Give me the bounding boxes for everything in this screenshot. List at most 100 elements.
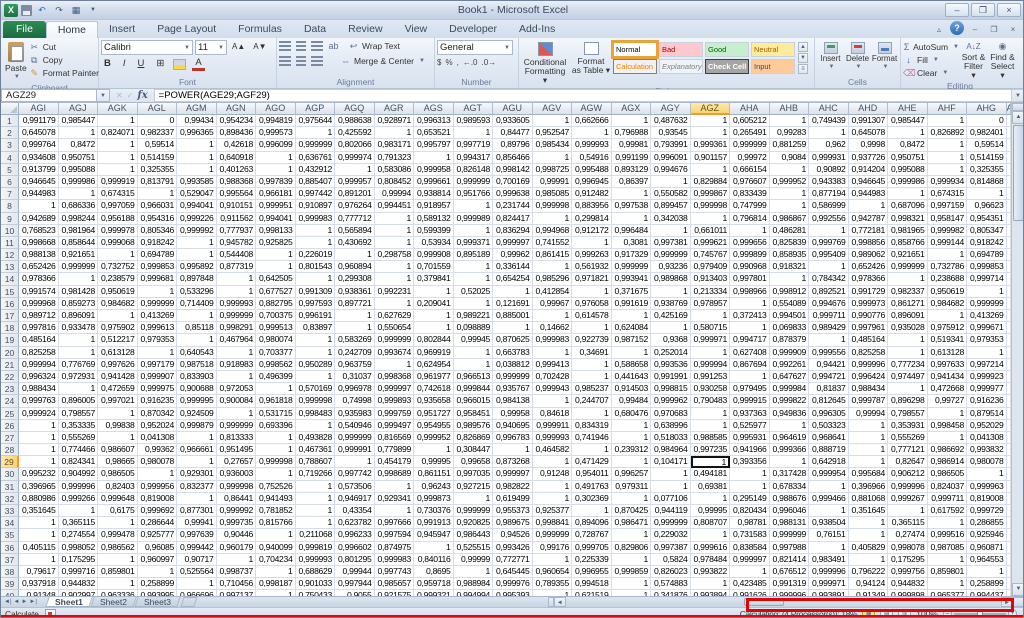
cell[interactable]: 0,992556 [809,213,849,225]
cell[interactable]: 0,229032 [651,529,691,541]
cell[interactable]: 1 [612,493,652,505]
cell[interactable]: 0,244707 [572,395,612,407]
borders-button[interactable]: ⊞ [153,57,167,71]
cell[interactable]: 0,999371 [454,237,494,249]
cell[interactable]: 0,994717 [730,334,770,346]
italic-button[interactable]: I [120,57,129,71]
cell[interactable]: 0,990968 [730,261,770,273]
column-header-AGR[interactable]: AGR [375,103,415,115]
cell[interactable]: 0,86397 [612,176,652,188]
cell[interactable]: 0,997742 [335,468,375,480]
cell[interactable]: 0,999999 [375,334,415,346]
cell[interactable]: 0,997633 [928,359,968,371]
cell[interactable]: 0,999993 [217,298,257,310]
fill-button[interactable]: ↓Fill▼ [903,54,959,66]
cell[interactable]: 0,642918 [809,456,849,468]
cell[interactable]: 0,365115 [59,517,99,529]
cell[interactable]: 0,636761 [296,152,336,164]
cell[interactable]: 0,992231 [375,286,415,298]
cell[interactable]: 0,714409 [177,298,217,310]
cell[interactable]: 1 [849,420,889,432]
cell[interactable]: 0,995892 [177,261,217,273]
cell[interactable]: 1 [59,347,99,359]
cell[interactable]: 0,938814 [414,188,454,200]
row-header-19[interactable]: 19 [1,334,19,346]
cell[interactable]: 1 [612,347,652,359]
cell[interactable]: 0,982401 [967,127,1007,139]
cell-style-neutral[interactable]: Neutral [751,42,795,57]
sheet-tab-sheet1[interactable]: Sheet1 [45,597,92,607]
cell[interactable]: 0,624084 [612,322,652,334]
cell[interactable]: 0,83897 [296,322,336,334]
cell[interactable]: 1 [256,566,296,578]
cell[interactable]: 0,238688 [928,273,968,285]
cell[interactable]: 0,999911 [533,420,573,432]
cell[interactable]: 0,986692 [928,444,968,456]
cell[interactable]: 0,274554 [59,529,99,541]
cell[interactable]: 0,918983 [217,359,257,371]
cell[interactable]: 0,997059 [98,200,138,212]
cell[interactable]: 1 [888,188,928,200]
cell[interactable]: 0,981964 [59,225,99,237]
cell-style-check-cell[interactable]: Check Cell [705,59,749,74]
merge-center-button[interactable]: ⇔Merge & Center▼ [340,55,425,67]
cell[interactable]: 0,85118 [177,322,217,334]
cell[interactable]: 0,997839 [256,176,296,188]
cell[interactable]: 0,640918 [217,152,257,164]
ribbon-tab-review[interactable]: Review [337,21,393,38]
cell[interactable]: 0,555269 [888,432,928,444]
cell[interactable]: 0,99994 [849,408,889,420]
cell[interactable]: 0,940695 [493,420,533,432]
cell[interactable]: 0,989712 [19,310,59,322]
cell[interactable]: 0,640543 [177,347,217,359]
cell[interactable]: 0,997442 [296,188,336,200]
cell[interactable]: 0,994041 [177,200,217,212]
cell[interactable]: 0,999978 [98,225,138,237]
doc-close-button[interactable]: × [1005,22,1021,35]
decrease-decimal-button[interactable]: .0→ [481,58,496,67]
cell[interactable]: 0,998668 [19,237,59,249]
cell[interactable]: 0,8472 [59,139,99,151]
cell[interactable]: 0,954011 [572,468,612,480]
ribbon-tab-view[interactable]: View [394,21,439,38]
cell[interactable]: 0,879514 [967,408,1007,420]
cell[interactable]: 0,570169 [296,383,336,395]
selected-cell-AGZ29[interactable]: 1 [691,456,731,468]
cell[interactable]: 0,996424 [849,371,889,383]
cell[interactable]: 0,298758 [375,249,415,261]
cell[interactable]: 1 [572,371,612,383]
cell[interactable]: 0,796988 [612,127,652,139]
cell[interactable]: 0,674315 [928,188,968,200]
cell[interactable]: 1 [533,115,573,127]
cell[interactable]: 0,700375 [256,310,296,322]
cell[interactable]: 0,694789 [967,249,1007,261]
cell[interactable]: 1 [849,432,889,444]
cell[interactable]: 0,999993 [296,554,336,566]
cell[interactable]: 0,999952 [414,432,454,444]
cell[interactable]: 0,985447 [888,115,928,127]
column-header-AGM[interactable]: AGM [177,103,217,115]
cell[interactable]: 0,999919 [98,176,138,188]
clear-button[interactable]: ⌫Clear▼ [903,67,959,79]
cell[interactable]: 0,645445 [493,566,533,578]
cell[interactable]: 1 [770,456,810,468]
cell[interactable]: 0,550654 [375,322,415,334]
cell[interactable]: 1 [809,225,849,237]
cell[interactable]: 1 [335,164,375,176]
cell[interactable]: 0,9368 [651,334,691,346]
cell[interactable]: 0,693396 [256,420,296,432]
cell[interactable]: 0,999996 [888,481,928,493]
cell[interactable]: 0,998725 [533,164,573,176]
cell[interactable]: 0,921651 [59,249,99,261]
cell[interactable]: 1 [59,127,99,139]
cell[interactable]: 0,994501 [770,310,810,322]
cell[interactable]: 1 [967,347,1007,359]
cell[interactable]: 0,998966 [730,286,770,298]
cell[interactable]: 0,413269 [138,310,178,322]
row-header-14[interactable]: 14 [1,273,19,285]
cell[interactable]: 0,231744 [493,200,533,212]
cell[interactable]: 0,467361 [296,444,336,456]
cell[interactable]: 0,836294 [493,225,533,237]
cell[interactable]: 0,27474 [888,529,928,541]
cell[interactable]: 1 [454,200,494,212]
